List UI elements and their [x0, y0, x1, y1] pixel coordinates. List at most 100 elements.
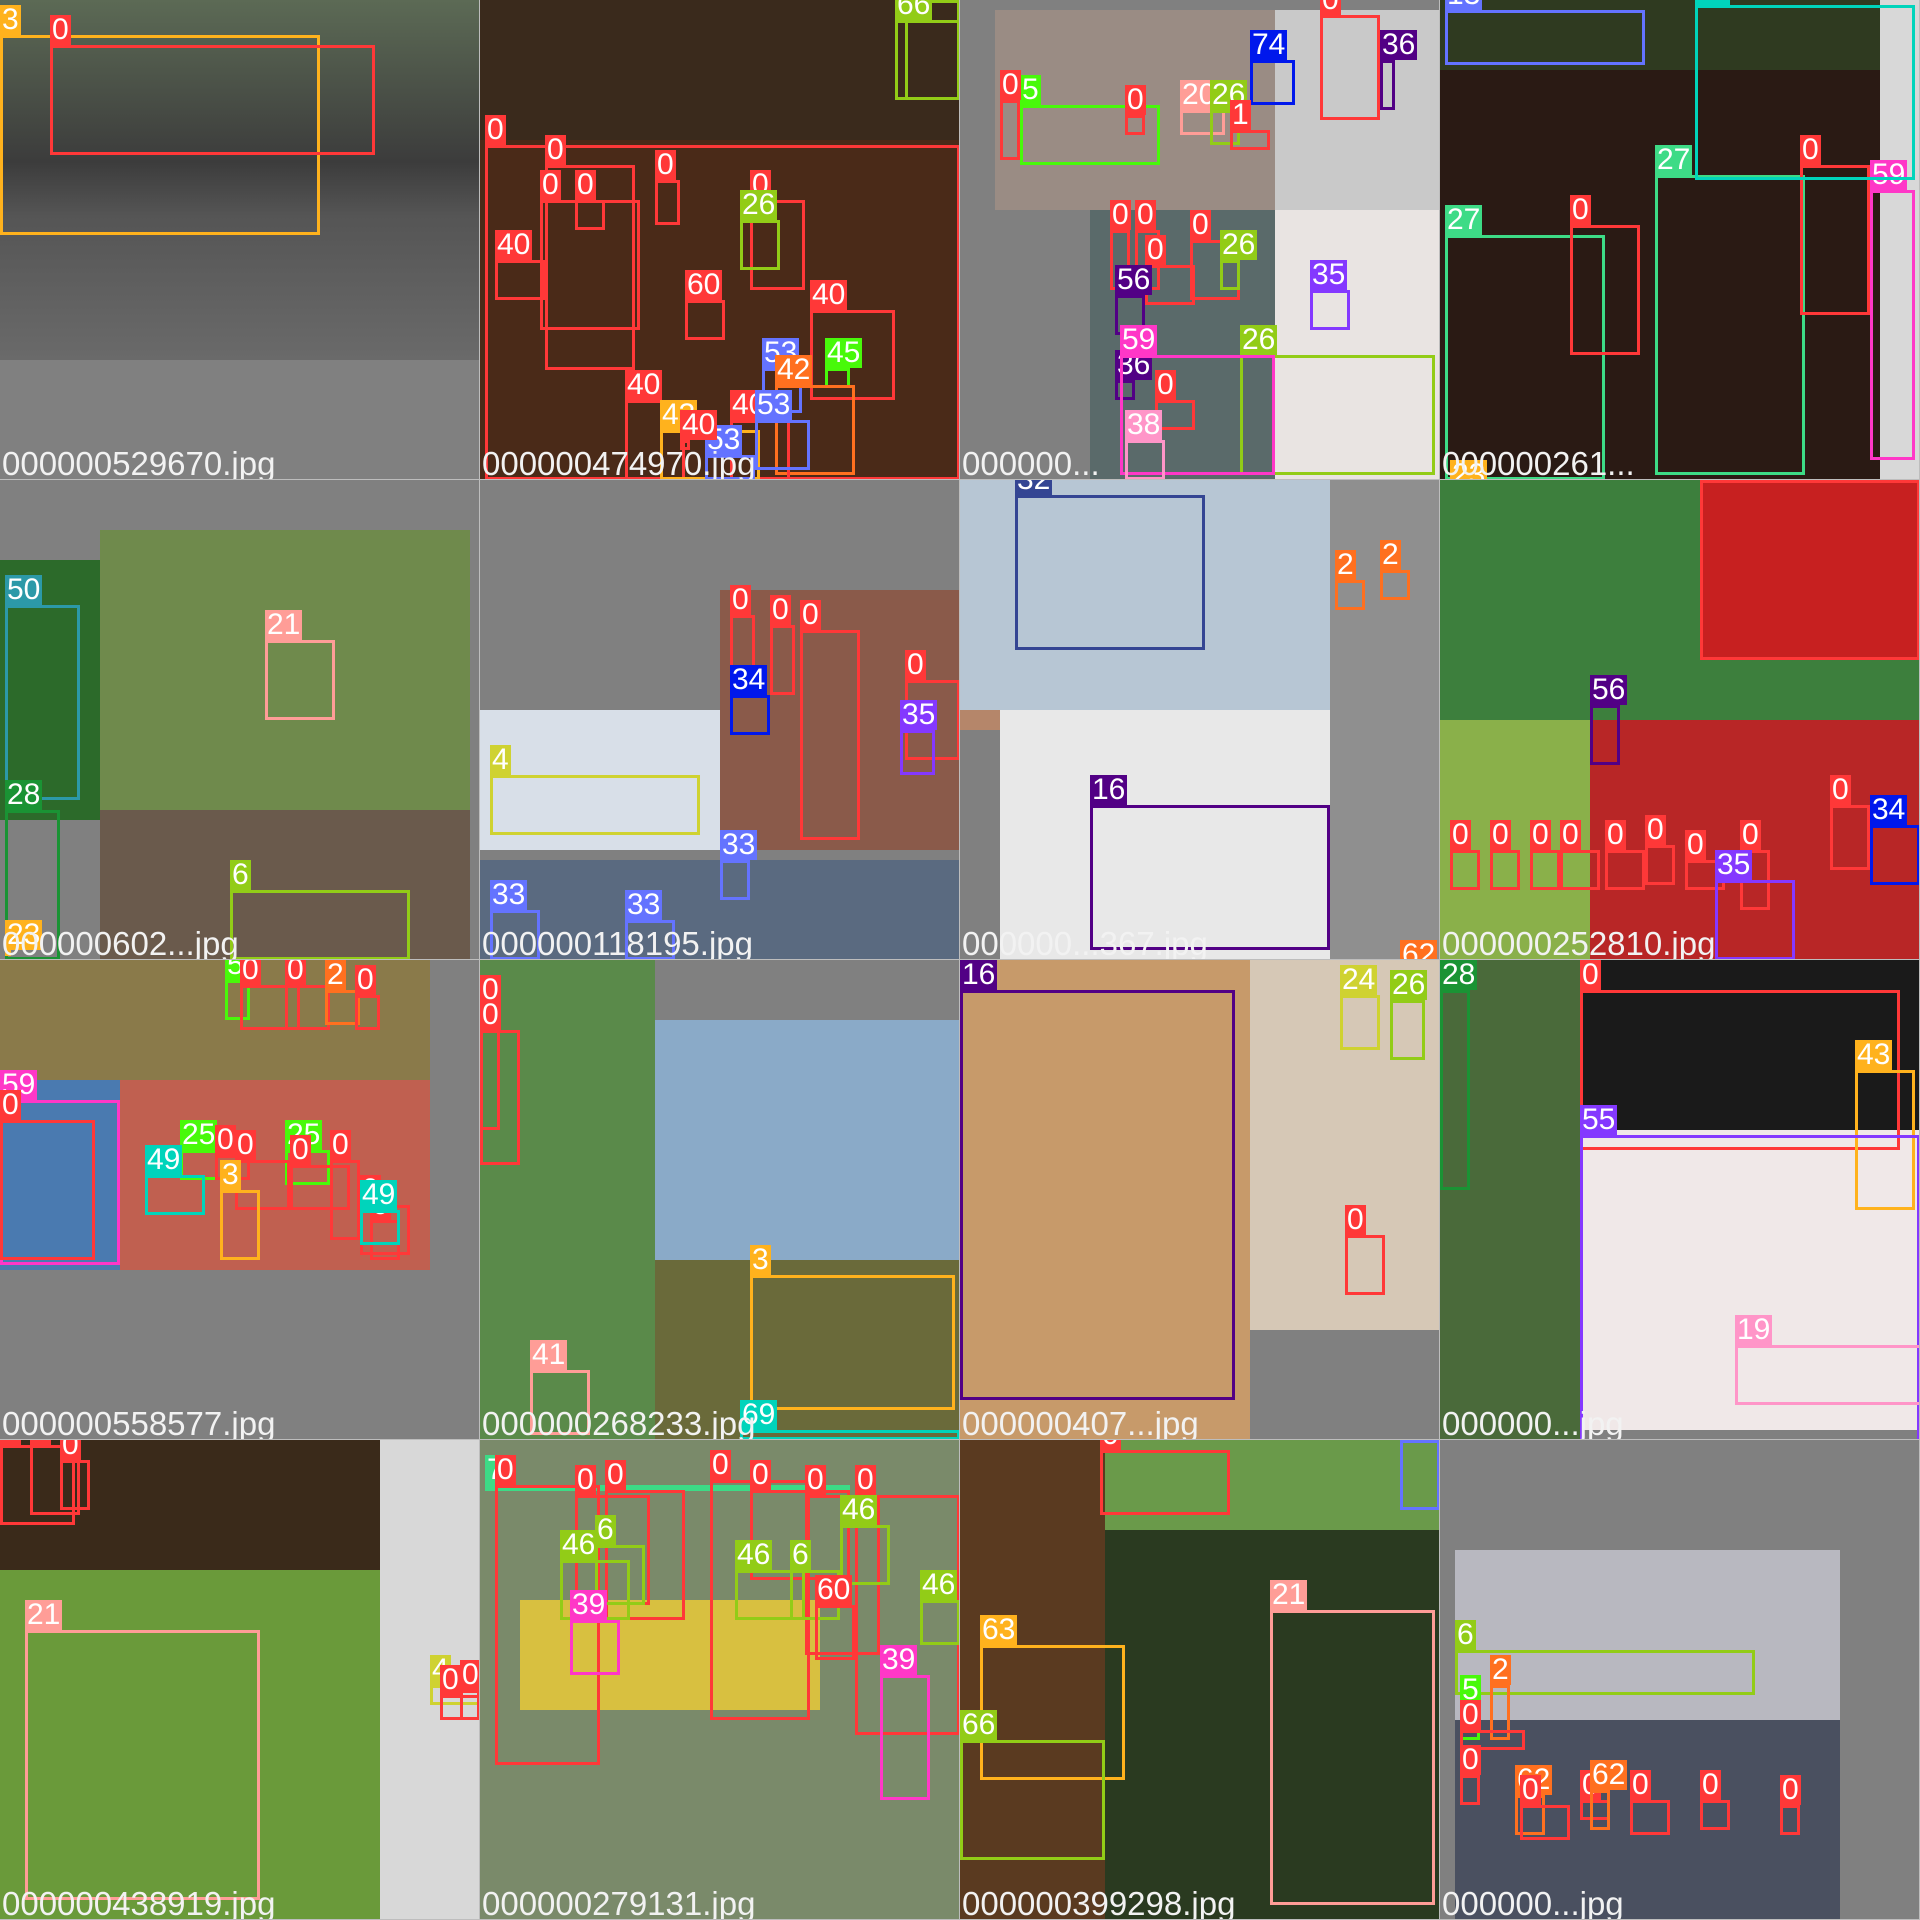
bounding-box: 0 [1570, 195, 1640, 355]
bounding-box: 0 [1560, 820, 1600, 890]
bounding-box: 0 [355, 965, 380, 1030]
bounding-box: 0 [800, 600, 860, 840]
bounding-box: 0 [1520, 1775, 1570, 1840]
class-label: 24 [1340, 963, 1378, 996]
class-label: 40 [680, 408, 718, 441]
class-label: 0 [0, 1088, 21, 1121]
class-label: 0 [1460, 1698, 1481, 1731]
mosaic-tile: 0 33 63 66 21 000000399298.jpg [960, 1440, 1440, 1920]
class-label: 0 [1320, 0, 1341, 15]
class-label: 0 [750, 1458, 771, 1491]
image-filename: 000000407...jpg [962, 1405, 1199, 1440]
class-label: 0 [60, 1440, 81, 1460]
class-label: 26 [1240, 323, 1278, 356]
bounding-box: 35 [900, 700, 938, 775]
image-filename: 000000279131.jpg [482, 1885, 756, 1920]
bounding-box: 0 [1580, 960, 1900, 1150]
bounding-box: 69 [740, 1400, 959, 1439]
class-label: 35 [1715, 848, 1753, 881]
bounding-box: 2 [1335, 550, 1365, 610]
class-label: 34 [730, 663, 768, 696]
class-label: 27 [1445, 203, 1483, 236]
bounding-box: 0 [655, 150, 680, 225]
bounding-box: 56 [1590, 675, 1628, 765]
bounding-box: 46 [920, 1570, 959, 1645]
class-label: 32 [1015, 480, 1053, 495]
bounding-box: 0 [1125, 85, 1146, 135]
class-label: 74 [1250, 28, 1288, 61]
bounding-box: 0 [50, 15, 375, 155]
class-label: 6 [230, 858, 251, 891]
class-label: 0 [1110, 198, 1131, 231]
class-label: 0 [1490, 818, 1511, 851]
class-label: 34 [1870, 793, 1908, 826]
class-label: 0 [1630, 1768, 1651, 1801]
class-label: 0 [1700, 1768, 1721, 1801]
image-filename: 000000558577.jpg [2, 1405, 276, 1440]
class-label: 39 [880, 1643, 918, 1676]
class-label: 26 [1220, 228, 1258, 261]
bounding-box: 62 [1590, 1760, 1628, 1830]
image-filename: 000000268233.jpg [482, 1405, 756, 1440]
class-label: 0 [905, 648, 926, 681]
bounding-box: 0 [1780, 1775, 1801, 1835]
bounding-box: 0 [0, 1090, 95, 1260]
bounding-box: 1 [1230, 100, 1270, 150]
class-label: 66 [895, 0, 933, 20]
mosaic-tile: 00021400000000438919.jpg [0, 1440, 480, 1920]
bounding-box: 0 [540, 170, 640, 330]
bounding-box: 26 [740, 190, 780, 270]
bounding-box: 0 [1605, 820, 1645, 890]
class-label: 0 [460, 1658, 479, 1691]
class-label: 0 [485, 113, 506, 146]
image-filename: 000000...jpg [1442, 1405, 1624, 1440]
bounding-box: 0 [1000, 70, 1021, 160]
class-label: 66 [960, 1708, 998, 1741]
bounding-box: 60 [685, 270, 725, 340]
image-filename: 000000474970.jpg [482, 445, 756, 480]
class-label: 19 [1735, 1313, 1773, 1346]
class-label: 0 [1520, 1773, 1541, 1806]
class-label: 59 [1120, 323, 1158, 356]
class-label: 0 [1580, 960, 1601, 991]
bounding-box: 11 [1695, 0, 1915, 180]
class-label: 40 [810, 278, 848, 311]
bounding-box: 38 [1125, 410, 1165, 479]
class-label: 6 [790, 1538, 811, 1571]
class-label: 0 [440, 1663, 461, 1696]
class-label: 11 [1695, 0, 1731, 5]
mosaic-tile: 3 0 000000529670.jpg [0, 0, 480, 480]
mosaic-tile: 700000004646646639603946000000279131.jpg [480, 1440, 960, 1920]
bounding-box: 33 [720, 830, 758, 900]
class-label: 49 [145, 1143, 183, 1176]
bounding-box: 21 [25, 1600, 260, 1900]
class-label: 0 [1645, 813, 1666, 846]
bounding-box: 32 [1015, 480, 1205, 650]
class-label: 0 [1460, 1743, 1481, 1776]
class-label: 3 [220, 1158, 241, 1191]
class-label: 28 [5, 778, 43, 811]
bounding-box: 3 [220, 1160, 260, 1260]
class-label: 62 [1400, 940, 1438, 959]
class-label: 0 [855, 1463, 876, 1496]
bounding-box: 0 [1700, 1770, 1730, 1830]
bounding-box: 66 [895, 0, 959, 100]
class-label: 0 [1145, 233, 1166, 266]
bounding-box: 19 [1735, 1315, 1919, 1405]
class-label: 33 [720, 828, 758, 861]
bounding-box: 21 [265, 610, 335, 720]
class-label: 46 [920, 1568, 958, 1601]
class-label: 26 [1390, 968, 1428, 1001]
class-label: 63 [980, 1613, 1018, 1646]
bounding-box: 0 [1145, 235, 1195, 305]
class-label: 33 [625, 888, 663, 921]
class-label: 0 [50, 13, 71, 46]
bounding-box: 35 [1310, 260, 1350, 330]
class-label: 0 [355, 963, 376, 996]
class-label: 2 [1335, 548, 1356, 581]
class-label: 42 [775, 353, 813, 386]
bounding-box: 3 [750, 1245, 955, 1410]
class-label: 0 [710, 1448, 731, 1481]
class-label: 46 [840, 1493, 878, 1526]
bounding-box: 59 [1870, 160, 1915, 460]
